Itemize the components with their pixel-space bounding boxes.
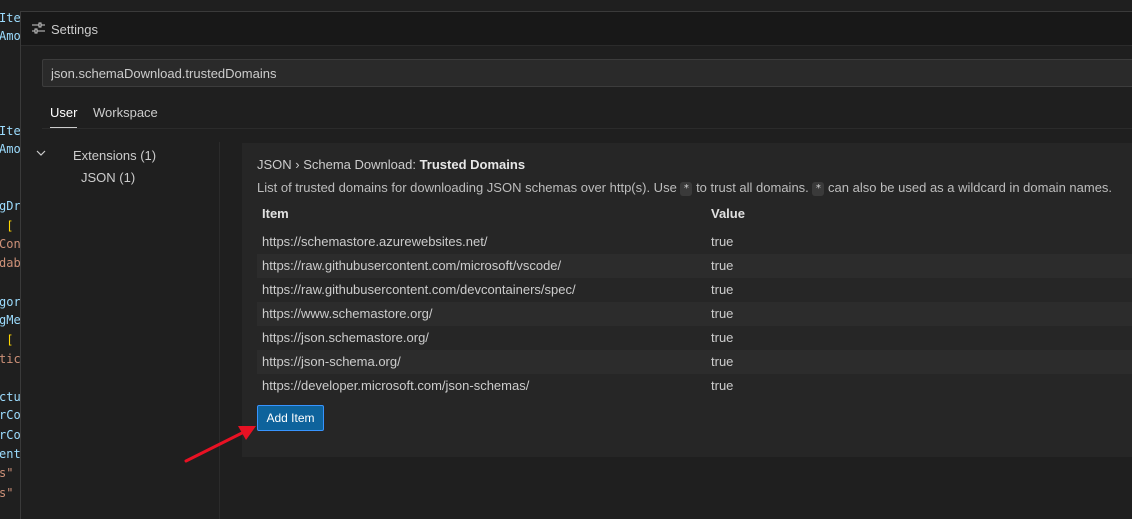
code-line: dab <box>0 256 21 270</box>
tab-user[interactable]: User <box>50 100 78 128</box>
row-item: https://json-schema.org/ <box>262 354 401 369</box>
code-line: Con <box>0 237 21 251</box>
setting-title-category: JSON › Schema Download: <box>257 157 420 172</box>
scope-divider <box>42 128 1132 129</box>
row-item: https://raw.githubusercontent.com/micros… <box>262 258 562 273</box>
column-header-value: Value <box>711 206 745 221</box>
tab-settings[interactable]: Settings <box>51 22 98 37</box>
row-value: true <box>711 234 734 249</box>
code-line: gDr <box>0 199 21 213</box>
table-row[interactable]: https://www.schemastore.org/ true <box>257 302 1132 326</box>
code-line: Ite <box>0 11 21 25</box>
table-row[interactable]: https://json.schemastore.org/ true <box>257 326 1132 350</box>
desc-text-3: can also be used as a wildcard in domain… <box>824 180 1113 195</box>
wildcard-code-chip: * <box>812 182 825 196</box>
wildcard-code-chip: * <box>680 182 693 196</box>
settings-search-input[interactable] <box>42 59 1132 87</box>
row-value: true <box>711 258 734 273</box>
row-value: true <box>711 306 734 321</box>
table-row[interactable]: https://raw.githubusercontent.com/devcon… <box>257 278 1132 302</box>
code-line: ent <box>0 447 21 461</box>
red-arrow-annotation <box>184 426 256 463</box>
row-value: true <box>711 330 734 345</box>
code-line: [ <box>0 219 14 233</box>
code-line: Amo <box>0 142 21 156</box>
vscode-window: Ite Amo Ite Amo gDr [ Con dab gor gMe [ tic ctu rCo… <box>0 0 1132 519</box>
row-value: true <box>711 378 734 393</box>
toc-item-extensions[interactable]: Extensions (1) <box>73 148 156 163</box>
setting-description: List of trusted domains for downloading … <box>257 180 1112 196</box>
row-item: https://raw.githubusercontent.com/devcon… <box>262 282 576 297</box>
row-item: https://developer.microsoft.com/json-sch… <box>262 378 530 393</box>
table-row[interactable]: https://raw.githubusercontent.com/micros… <box>257 254 1132 278</box>
editor-tab-bar: Settings <box>21 12 1132 46</box>
row-item: https://json.schemastore.org/ <box>262 330 429 345</box>
toc-item-json[interactable]: JSON (1) <box>81 170 135 185</box>
setting-title-name: Trusted Domains <box>419 157 526 172</box>
tab-workspace[interactable]: Workspace <box>93 100 158 128</box>
table-row[interactable]: https://json-schema.org/ true <box>257 350 1132 374</box>
column-header-item: Item <box>262 206 289 221</box>
code-line: tic <box>0 352 21 366</box>
add-item-button[interactable]: Add Item <box>257 405 324 431</box>
code-line: Amo <box>0 29 21 43</box>
background-code-editor: Ite Amo Ite Amo gDr [ Con dab gor gMe [ tic ctu rCo… <box>0 0 22 519</box>
code-line: s" <box>0 486 14 500</box>
settings-sliders-icon[interactable] <box>32 22 45 34</box>
setting-title: JSON › Schema Download: Trusted Domains <box>257 157 525 172</box>
table-row[interactable]: https://schemastore.azurewebsites.net/ t… <box>257 230 1132 254</box>
code-line: Ite <box>0 124 21 138</box>
desc-text-2: to trust all domains. <box>692 180 813 195</box>
chevron-down-icon[interactable] <box>35 147 47 159</box>
code-line: [ <box>0 333 14 347</box>
row-item: https://schemastore.azurewebsites.net/ <box>262 234 488 249</box>
code-line: rCo <box>0 408 21 422</box>
code-line: rCo <box>0 428 21 442</box>
desc-text-1: List of trusted domains for downloading … <box>257 180 681 195</box>
setting-item-trusted-domains: JSON › Schema Download: Trusted Domains … <box>242 143 1132 457</box>
row-value: true <box>711 282 734 297</box>
row-item: https://www.schemastore.org/ <box>262 306 433 321</box>
code-line: ctu <box>0 390 21 404</box>
code-line: gMe <box>0 313 21 327</box>
code-line: s" <box>0 466 14 480</box>
code-line: gor <box>0 295 21 309</box>
row-value: true <box>711 354 734 369</box>
table-row[interactable]: https://developer.microsoft.com/json-sch… <box>257 374 1132 398</box>
